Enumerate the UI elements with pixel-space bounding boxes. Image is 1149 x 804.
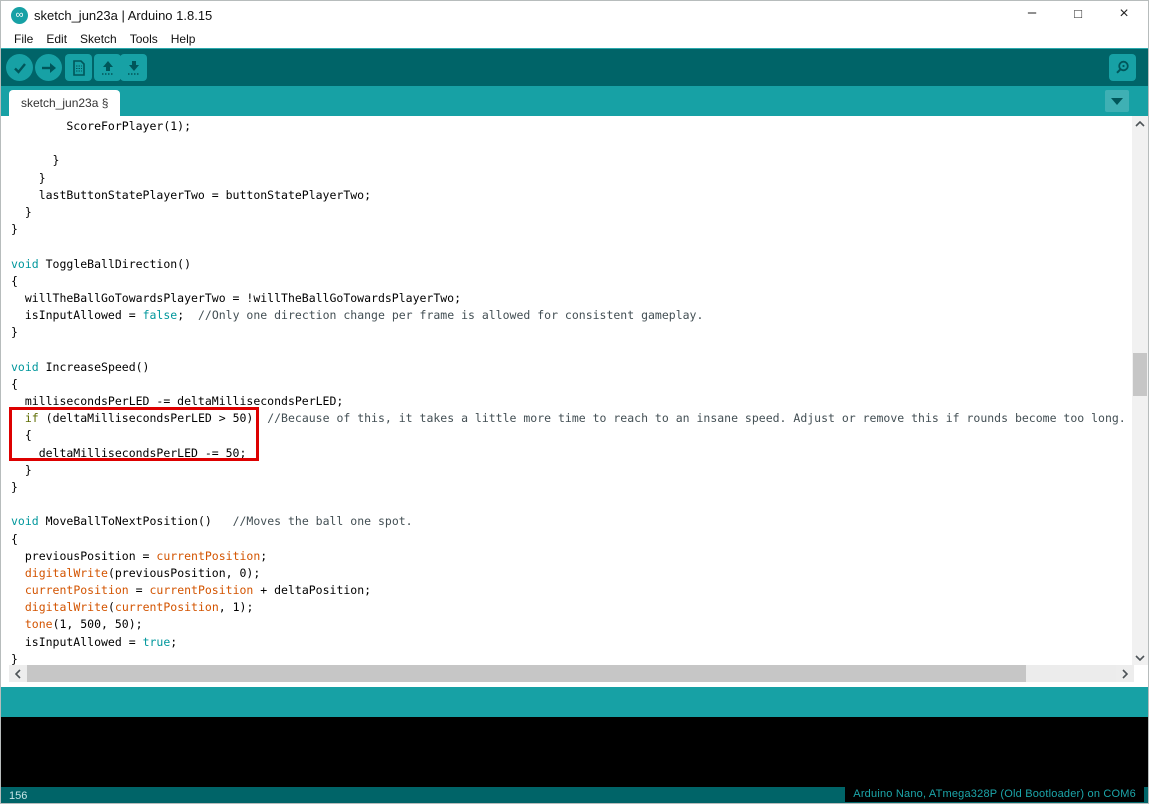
maximize-button[interactable]: □ [1056,1,1100,29]
menu-sketch[interactable]: Sketch [75,31,123,48]
code-line: digitalWrite(previousPosition, 0); [11,565,1134,582]
code-line: digitalWrite(currentPosition, 1); [11,599,1134,616]
arrow-right-icon [41,60,57,76]
code-line: void IncreaseSpeed() [11,359,1134,376]
menu-tools[interactable]: Tools [125,31,164,48]
menu-bar: File Edit Sketch Tools Help [1,31,1148,48]
line-status-bar: 156 Arduino Nano, ATmega328P (Old Bootlo… [1,787,1148,804]
line-number: 156 [9,790,27,802]
magnifier-icon [1114,59,1131,76]
code-line: tone(1, 500, 50); [11,616,1134,633]
code-line: isInputAllowed = false; //Only one direc… [11,307,1134,324]
code-line: lastButtonStatePlayerTwo = buttonStatePl… [11,187,1134,204]
scroll-right-button[interactable] [1116,665,1134,682]
code-line [11,496,1134,513]
verify-button[interactable] [6,54,33,81]
annotation-red-box [9,407,259,461]
tab-sketch-jun23a[interactable]: sketch_jun23a § [9,90,120,116]
code-line: currentPosition = currentPosition + delt… [11,582,1134,599]
horizontal-scroll-track[interactable] [27,665,1116,682]
title-bar[interactable]: ∞ sketch_jun23a | Arduino 1.8.15 – □ × [1,1,1148,31]
arduino-ide-window: ∞ sketch_jun23a | Arduino 1.8.15 – □ × F… [0,0,1149,804]
upload-button[interactable] [35,54,62,81]
code-line: } [11,221,1134,238]
code-line: void ToggleBallDirection() [11,256,1134,273]
close-button[interactable]: × [1102,1,1146,29]
vertical-scrollbar[interactable] [1132,116,1148,665]
code-line: } [11,479,1134,496]
check-icon [12,60,28,76]
minimize-button[interactable]: – [1010,1,1054,29]
document-icon [71,60,87,76]
code-line: { [11,376,1134,393]
menu-edit[interactable]: Edit [41,31,73,48]
code-line: } [11,324,1134,341]
horizontal-scrollbar[interactable] [1,665,1148,683]
arrow-up-icon [100,60,116,76]
chevron-down-icon [1111,98,1123,105]
vertical-scroll-thumb[interactable] [1133,353,1147,396]
status-message-strip [1,687,1148,717]
scroll-down-button[interactable] [1132,650,1148,665]
code-line: } [11,152,1134,169]
arrow-down-icon [126,60,142,76]
code-area: ScoreForPlayer(1); } } lastButtonStatePl… [1,116,1134,665]
scroll-left-button[interactable] [9,665,27,682]
tab-list-dropdown-button[interactable] [1105,90,1129,112]
serial-monitor-button[interactable] [1109,54,1136,81]
code-line [11,238,1134,255]
code-line: void MoveBallToNextPosition() //Moves th… [11,513,1134,530]
save-button[interactable] [120,54,147,81]
code-line: { [11,273,1134,290]
horizontal-scroll-thumb[interactable] [27,665,1026,682]
menu-help[interactable]: Help [166,31,202,48]
code-line: } [11,204,1134,221]
menu-file[interactable]: File [9,31,39,48]
code-line: willTheBallGoTowardsPlayerTwo = !willThe… [11,290,1134,307]
code-line [11,341,1134,358]
code-line: } [11,651,1134,665]
toolbar [1,48,1148,86]
console-output [1,717,1148,787]
code-line: } [11,170,1134,187]
scroll-up-button[interactable] [1132,116,1148,131]
tab-bar: sketch_jun23a § [1,86,1148,116]
code-line: ScoreForPlayer(1); [11,118,1134,135]
code-line: isInputAllowed = true; [11,634,1134,651]
code-line [11,135,1134,152]
open-button[interactable] [94,54,121,81]
new-sketch-button[interactable] [65,54,92,81]
code-line: previousPosition = currentPosition; [11,548,1134,565]
code-line: { [11,531,1134,548]
code-line: } [11,462,1134,479]
window-title: sketch_jun23a | Arduino 1.8.15 [34,8,212,23]
board-port-info: Arduino Nano, ATmega328P (Old Bootloader… [845,787,1144,802]
code-editor[interactable]: ScoreForPlayer(1); } } lastButtonStatePl… [1,116,1148,665]
arduino-logo-icon: ∞ [11,7,28,24]
